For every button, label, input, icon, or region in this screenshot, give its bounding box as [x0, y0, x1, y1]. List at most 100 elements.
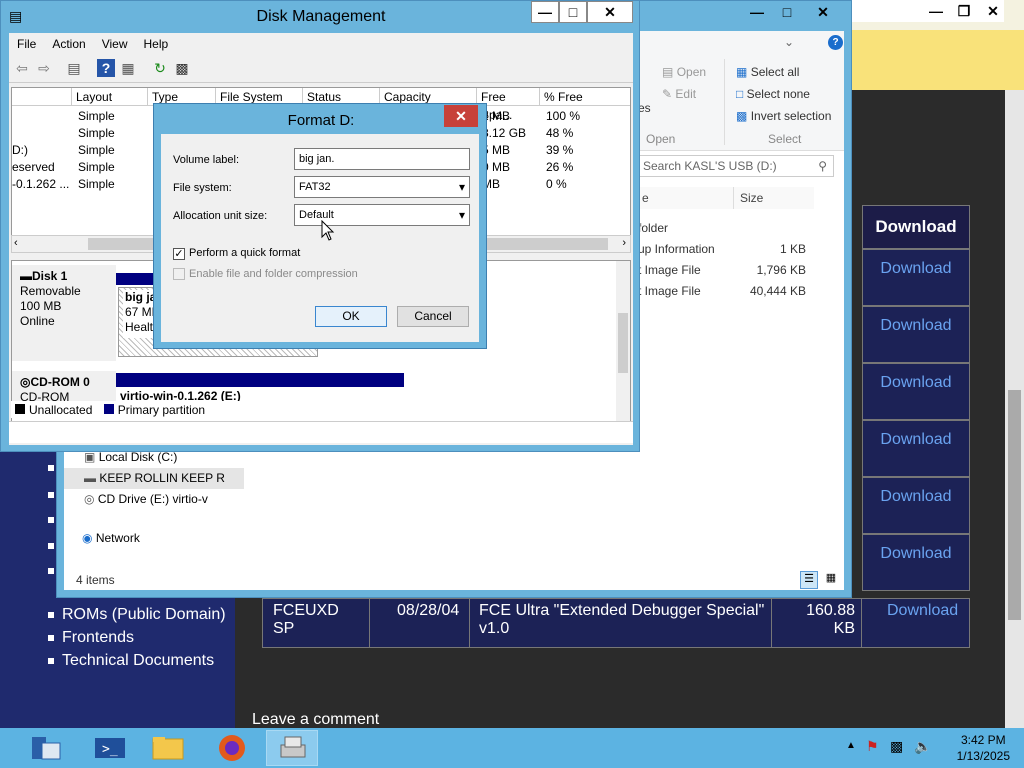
details-view-icon[interactable]: ☰ — [800, 571, 818, 589]
large-icons-view-icon[interactable]: ▦ — [822, 571, 840, 589]
back-arrow-icon[interactable]: ⇦ — [13, 59, 31, 77]
minimize-icon[interactable]: — — [531, 1, 559, 23]
quick-format-checkbox[interactable]: ✓ — [173, 248, 185, 260]
ok-button[interactable]: OK — [315, 306, 387, 327]
menu-file[interactable]: File — [9, 33, 44, 51]
refresh-icon[interactable]: ↻ — [151, 59, 169, 77]
ribbon-open-button[interactable]: ▤ Open — [662, 65, 706, 79]
cdrom-label[interactable]: ◎CD-ROM 0 CD-ROM — [12, 371, 116, 405]
list-item[interactable]: folder — [638, 218, 838, 239]
help-icon[interactable]: ? — [97, 59, 115, 77]
forward-arrow-icon[interactable]: ⇨ — [35, 59, 53, 77]
list-item[interactable]: t Image File 1,796 KB — [638, 260, 838, 281]
vertical-scrollbar[interactable] — [616, 261, 630, 429]
maximize-icon[interactable]: □ — [559, 1, 587, 23]
minimize-icon[interactable]: — — [743, 1, 771, 23]
volume-icon[interactable]: 🔈 — [914, 738, 931, 755]
file-system-label: File system: — [173, 182, 232, 194]
clock-time: 3:42 PM — [960, 733, 1006, 747]
file-explorer-icon[interactable] — [142, 730, 194, 766]
leave-comment-link[interactable]: Leave a comment — [252, 711, 379, 729]
properties-icon[interactable]: ▦ — [119, 59, 137, 77]
clock[interactable]: 3:42 PM 1/13/2025 — [957, 732, 1010, 764]
compression-checkbox[interactable] — [173, 268, 185, 280]
nav-pane: ▣ Local Disk (C:) ▬ KEEP ROLLIN KEEP R ◎… — [64, 447, 244, 510]
disk1-label[interactable]: ▬Disk 1 Removable 100 MB Online — [12, 265, 116, 361]
menu-view[interactable]: View — [94, 33, 136, 51]
dialog-title: Format D: — [287, 112, 355, 129]
row-volume[interactable]: eserved — [12, 159, 55, 176]
close-icon[interactable]: ✕ — [982, 0, 1004, 22]
network-status-icon[interactable]: ▩ — [890, 738, 903, 755]
bullet — [48, 465, 54, 471]
row-size: 160.88 KB — [806, 602, 855, 637]
download-link[interactable]: Download — [862, 420, 970, 477]
nav-item-cd-drive[interactable]: ◎ CD Drive (E:) virtio-v — [84, 489, 224, 510]
nav-item-usb[interactable]: ▬ KEEP ROLLIN KEEP R — [64, 468, 244, 489]
help-icon[interactable]: ? — [828, 35, 843, 50]
column-name[interactable]: e — [638, 187, 734, 209]
browser-scrollbar[interactable] — [1005, 90, 1024, 728]
download-link[interactable]: Download — [862, 477, 970, 534]
select-all-button[interactable]: ▦ Select all — [736, 65, 799, 79]
chevron-down-icon[interactable]: ⌄ — [784, 35, 794, 49]
powershell-icon[interactable]: >_ — [84, 730, 136, 766]
menu-action[interactable]: Action — [44, 33, 93, 51]
search-icon: ⚲ — [818, 159, 827, 173]
download-link[interactable]: Download — [862, 534, 970, 591]
scroll-left-icon[interactable]: ‹ — [14, 237, 18, 249]
column-layout[interactable]: Layout — [72, 88, 148, 106]
invert-selection-button[interactable]: ▩ Invert selection — [736, 109, 831, 123]
mouse-cursor-icon — [321, 220, 335, 241]
file-system-select[interactable]: FAT32 — [294, 176, 470, 198]
list-item[interactable]: up Information 1 KB — [638, 239, 838, 260]
select-none-button[interactable]: □ Select none — [736, 87, 810, 101]
download-link[interactable]: Download — [887, 602, 958, 620]
scroll-right-icon[interactable]: › — [622, 237, 626, 249]
list-item[interactable]: t Image File 40,444 KB — [638, 281, 838, 302]
nav-item-network[interactable]: ◉ Network — [82, 531, 140, 545]
volume-label-input[interactable]: big jan. — [294, 148, 470, 170]
action-center-icon[interactable]: ⚑ — [866, 738, 879, 755]
download-link[interactable]: Download — [862, 306, 970, 363]
format-dialog: Format D: ✕ Volume label: big jan. File … — [153, 103, 487, 349]
close-icon[interactable]: ✕ — [587, 1, 633, 23]
svg-text:>_: >_ — [102, 742, 118, 757]
maximize-icon[interactable]: □ — [773, 1, 801, 23]
sidebar-link[interactable]: ROMs (Public Domain) — [48, 603, 226, 626]
sidebar-link[interactable]: Technical Documents — [48, 649, 226, 672]
sidebar-link[interactable]: Frontends — [48, 626, 226, 649]
search-input[interactable]: Search KASL'S USB (D:) ⚲ — [638, 155, 834, 177]
firefox-icon[interactable] — [206, 730, 258, 766]
ribbon-group-open: Open — [646, 132, 676, 146]
show-hidden-icons-icon[interactable]: ▲ — [846, 740, 856, 751]
menu-help[interactable]: Help — [136, 33, 177, 51]
restore-icon[interactable]: ❐ — [950, 0, 978, 22]
minimize-icon[interactable]: — — [922, 0, 950, 22]
row-volume[interactable]: D:) — [12, 142, 28, 159]
download-link[interactable]: Download — [862, 363, 970, 420]
row-pct: 39 % — [546, 143, 574, 157]
column-percent-free[interactable]: % Free — [540, 88, 630, 106]
rescan-disks-icon[interactable]: ▩ — [173, 59, 191, 77]
show-hide-console-icon[interactable]: ▤ — [65, 59, 83, 77]
row-layout: Simple — [78, 109, 115, 123]
close-icon[interactable]: ✕ — [444, 105, 478, 127]
close-icon[interactable]: ✕ — [803, 1, 843, 23]
column-volume[interactable] — [12, 88, 72, 106]
scrollbar-thumb[interactable] — [1008, 390, 1021, 620]
server-manager-icon[interactable] — [20, 730, 72, 766]
download-link[interactable]: Download — [862, 249, 970, 306]
toolbar: ⇦ ⇨ ▤ ? ▦ ↻ ▩ — [9, 55, 633, 83]
column-size[interactable]: Size — [734, 187, 814, 209]
table-row: FCEUXD SP 08/28/04 FCE Ultra "Extended D… — [262, 598, 970, 648]
disk-management-taskbar-icon[interactable] — [266, 730, 318, 766]
invert-selection-icon: ▩ — [736, 109, 748, 123]
ribbon-edit-button[interactable]: ✎ Edit — [662, 87, 696, 101]
scrollbar-thumb[interactable] — [618, 313, 628, 373]
browser-window-controls: — ❐ ✕ — [852, 0, 1004, 22]
row-volume[interactable]: -0.1.262 ... — [12, 176, 69, 193]
edit-icon: ✎ — [662, 87, 673, 101]
row-name: FCEUXD SP — [273, 602, 339, 637]
cancel-button[interactable]: Cancel — [397, 306, 469, 327]
